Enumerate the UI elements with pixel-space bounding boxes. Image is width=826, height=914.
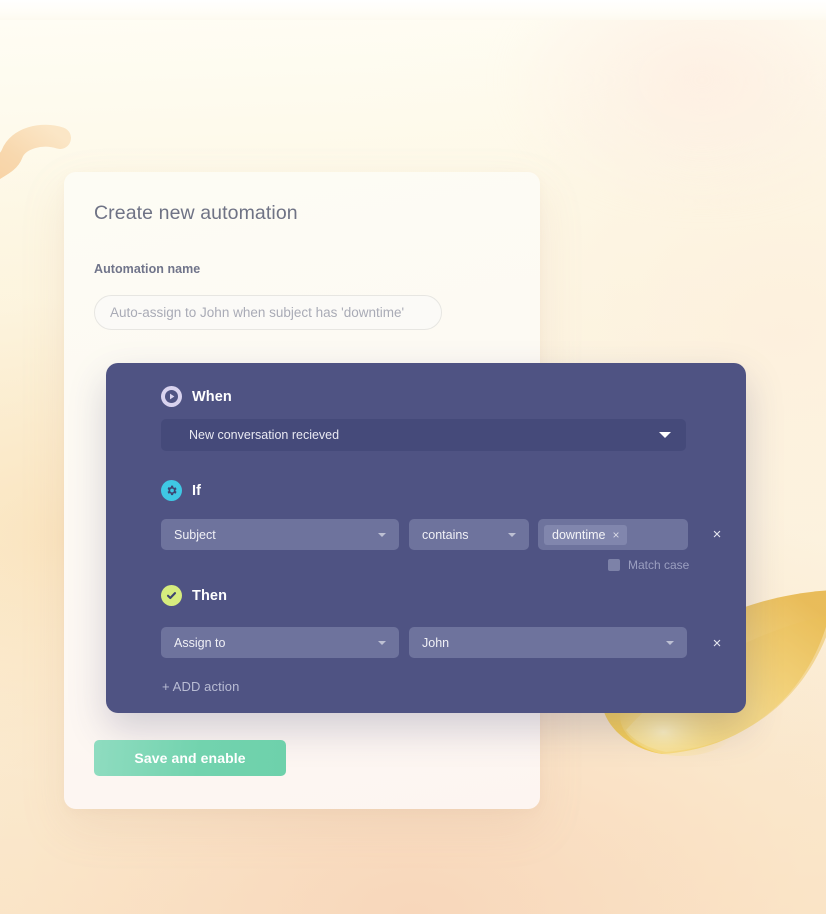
then-target-select[interactable]: John bbox=[409, 627, 687, 658]
then-target-value: John bbox=[422, 635, 450, 650]
gear-circle-icon bbox=[161, 480, 182, 501]
add-action-button[interactable]: + ADD action bbox=[162, 679, 239, 694]
when-step-label: When bbox=[192, 388, 232, 405]
if-operator-select[interactable]: contains bbox=[409, 519, 529, 550]
background-top-strip bbox=[0, 0, 826, 20]
when-trigger-select[interactable]: New conversation recieved bbox=[161, 419, 686, 451]
automation-name-input[interactable] bbox=[94, 295, 442, 330]
remove-action-button[interactable]: × bbox=[707, 633, 727, 653]
tag-label: downtime bbox=[552, 527, 606, 542]
chevron-down-icon bbox=[508, 532, 516, 537]
save-and-enable-button[interactable]: Save and enable bbox=[94, 740, 286, 776]
tag-chip[interactable]: downtime × bbox=[544, 524, 627, 545]
page-title: Create new automation bbox=[94, 202, 298, 224]
tag-remove-icon[interactable]: × bbox=[613, 529, 620, 541]
if-step-header: If bbox=[161, 480, 201, 501]
if-step-label: If bbox=[192, 482, 202, 499]
when-trigger-value: New conversation recieved bbox=[189, 428, 340, 442]
play-circle-icon bbox=[161, 386, 182, 407]
match-case-label: Match case bbox=[628, 558, 690, 572]
chevron-down-icon bbox=[659, 432, 671, 438]
when-step-header: When bbox=[161, 386, 232, 407]
automation-name-label: Automation name bbox=[94, 262, 201, 276]
match-case-checkbox[interactable]: Match case bbox=[608, 558, 689, 572]
if-field-value: Subject bbox=[174, 527, 216, 542]
then-step-label: Then bbox=[192, 587, 228, 604]
checkbox-box-icon[interactable] bbox=[608, 559, 620, 571]
then-action-value: Assign to bbox=[174, 635, 226, 650]
if-operator-value: contains bbox=[422, 527, 469, 542]
then-action-select[interactable]: Assign to bbox=[161, 627, 399, 658]
chevron-down-icon bbox=[378, 640, 386, 645]
chevron-down-icon bbox=[666, 640, 674, 645]
check-circle-icon bbox=[161, 585, 182, 606]
screenshot-root: Create new automation Automation name Wh… bbox=[0, 0, 826, 914]
chevron-down-icon bbox=[378, 532, 386, 537]
if-field-select[interactable]: Subject bbox=[161, 519, 399, 550]
if-value-tagfield[interactable]: downtime × bbox=[538, 519, 688, 550]
then-step-header: Then bbox=[161, 585, 227, 606]
remove-condition-button[interactable]: × bbox=[707, 524, 727, 544]
